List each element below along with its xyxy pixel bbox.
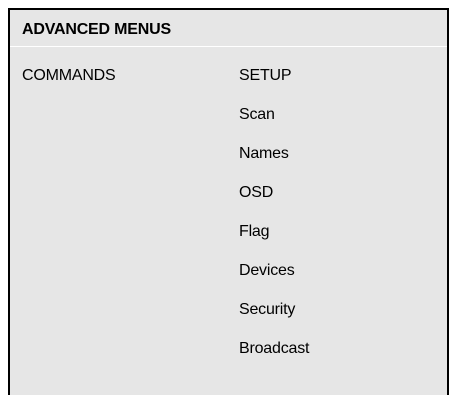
menu-item-setup: SETUP [239, 67, 292, 84]
table-title: ADVANCED MENUS [10, 10, 447, 47]
menu-item-scan: Scan [239, 106, 275, 123]
commands-label: COMMANDS [22, 67, 116, 84]
menu-item-broadcast: Broadcast [239, 340, 310, 357]
table-body: COMMANDS SETUP Scan Names OSD Flag Devic… [10, 47, 447, 395]
menu-item-devices: Devices [239, 262, 295, 279]
advanced-menus-table: ADVANCED MENUS COMMANDS SETUP Scan Names… [8, 8, 449, 395]
menu-item-security: Security [239, 301, 296, 318]
menu-item-names: Names [239, 145, 289, 162]
menu-list: SETUP Scan Names OSD Flag Devices Securi… [239, 67, 309, 379]
menu-item-flag: Flag [239, 223, 270, 240]
menu-item-osd: OSD [239, 184, 274, 201]
